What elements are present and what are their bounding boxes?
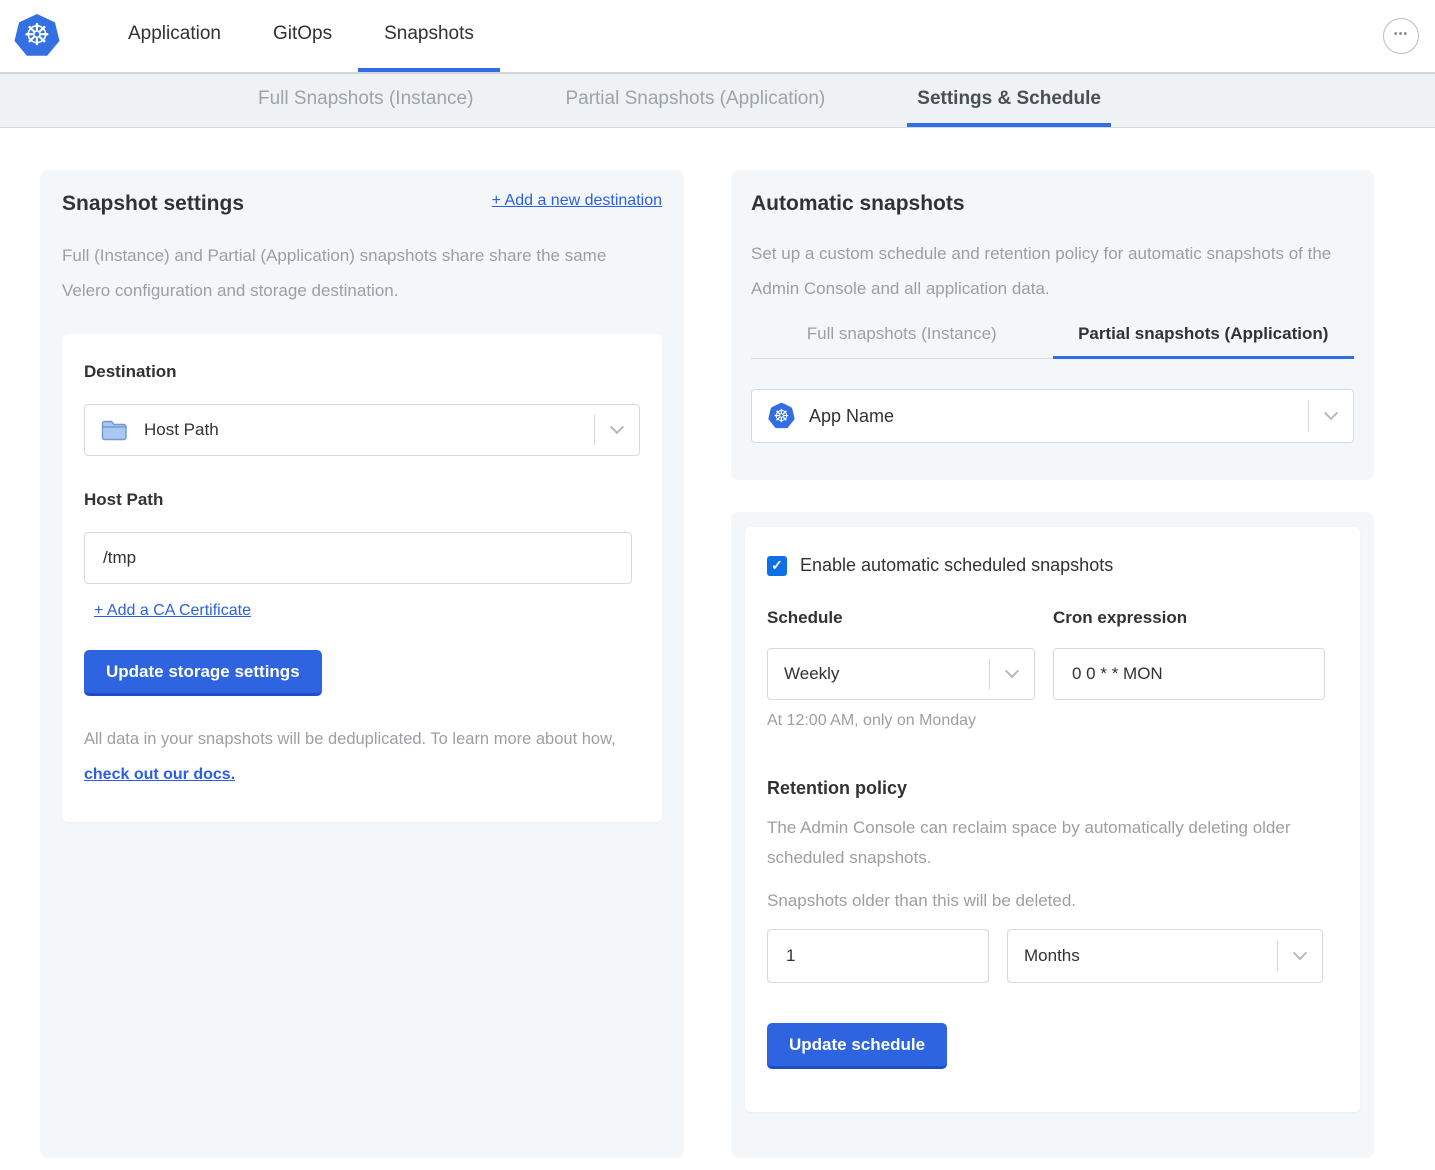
- add-new-destination-link[interactable]: + Add a new destination: [492, 192, 662, 210]
- chevron-down-icon[interactable]: [1309, 411, 1353, 421]
- host-path-label: Host Path: [84, 490, 640, 510]
- header-right: •••: [1383, 0, 1435, 72]
- schedule-interval-value: Weekly: [784, 664, 839, 684]
- retention-unit-value: Months: [1024, 946, 1080, 966]
- automatic-snapshots-description: Set up a custom schedule and retention p…: [751, 236, 1341, 306]
- nav-item-snapshots[interactable]: Snapshots: [358, 0, 500, 72]
- main-content: Snapshot settings + Add a new destinatio…: [0, 128, 1435, 1170]
- add-ca-certificate-link[interactable]: + Add a CA Certificate: [94, 602, 251, 619]
- update-schedule-button[interactable]: Update schedule: [767, 1023, 947, 1069]
- tab-partial-snapshots-application[interactable]: Partial Snapshots (Application): [555, 74, 835, 127]
- dedup-footer-sentence: All data in your snapshots will be dedup…: [84, 730, 616, 748]
- app-header: ☸ Application GitOps Snapshots •••: [0, 0, 1435, 74]
- right-column: Automatic snapshots Set up a custom sche…: [731, 170, 1374, 1158]
- schedule-interval-select[interactable]: Weekly: [767, 648, 1035, 700]
- snapshot-settings-title: Snapshot settings: [62, 192, 244, 216]
- retention-count-input[interactable]: [767, 929, 989, 983]
- logo-container[interactable]: ☸: [0, 0, 74, 72]
- snapshot-settings-card: Snapshot settings + Add a new destinatio…: [40, 170, 684, 1158]
- destination-label: Destination: [84, 362, 640, 382]
- retention-policy-description: The Admin Console can reclaim space by a…: [767, 813, 1292, 873]
- snapshot-settings-description: Full (Instance) and Partial (Application…: [62, 238, 654, 308]
- cron-expression-input[interactable]: [1053, 648, 1325, 700]
- docs-link[interactable]: check out our docs.: [84, 766, 235, 783]
- dedup-footer-text: All data in your snapshots will be dedup…: [84, 722, 644, 792]
- tab-full-snapshots-auto[interactable]: Full snapshots (Instance): [751, 324, 1053, 359]
- enable-snapshots-checkbox-row[interactable]: ✓ Enable automatic scheduled snapshots: [767, 555, 1338, 576]
- destination-selected-value: Host Path: [144, 420, 219, 440]
- app-select[interactable]: ☸ App Name: [751, 389, 1354, 443]
- update-storage-settings-button[interactable]: Update storage settings: [84, 650, 322, 696]
- retention-policy-title: Retention policy: [767, 778, 1338, 799]
- chevron-down-icon[interactable]: [595, 425, 639, 435]
- automatic-snapshots-card: Automatic snapshots Set up a custom sche…: [731, 170, 1374, 480]
- destination-select[interactable]: Host Path: [84, 404, 640, 456]
- folder-icon: [101, 419, 128, 441]
- chevron-down-icon[interactable]: [1278, 951, 1322, 961]
- automatic-snapshots-tabs: Full snapshots (Instance) Partial snapsh…: [751, 324, 1354, 359]
- automatic-snapshots-title: Automatic snapshots: [751, 192, 1354, 216]
- app-select-value: App Name: [809, 406, 894, 427]
- kubernetes-logo-icon: ☸: [14, 14, 60, 58]
- enable-snapshots-label: Enable automatic scheduled snapshots: [800, 555, 1113, 576]
- nav-item-application[interactable]: Application: [102, 0, 247, 72]
- chevron-down-icon[interactable]: [990, 669, 1034, 679]
- retention-delete-hint: Snapshots older than this will be delete…: [767, 891, 1338, 911]
- storage-settings-panel: Destination Host Path Host Path + Add a …: [62, 334, 662, 822]
- tab-full-snapshots-instance[interactable]: Full Snapshots (Instance): [248, 74, 483, 127]
- cron-expression-label: Cron expression: [1053, 608, 1325, 628]
- retention-unit-select[interactable]: Months: [1007, 929, 1323, 983]
- top-navigation: Application GitOps Snapshots: [102, 0, 500, 72]
- overflow-menu-button[interactable]: •••: [1383, 18, 1419, 54]
- checkmark-icon: ✓: [767, 556, 787, 576]
- cron-readable-hint: At 12:00 AM, only on Monday: [767, 712, 1035, 730]
- tab-settings-schedule[interactable]: Settings & Schedule: [907, 74, 1111, 127]
- host-path-input[interactable]: [84, 532, 632, 584]
- schedule-label: Schedule: [767, 608, 1035, 628]
- enable-snapshots-checkbox[interactable]: ✓: [767, 556, 787, 576]
- tab-partial-snapshots-auto[interactable]: Partial snapshots (Application): [1053, 324, 1355, 359]
- schedule-card: ✓ Enable automatic scheduled snapshots S…: [731, 512, 1374, 1158]
- nav-item-gitops[interactable]: GitOps: [247, 0, 358, 72]
- app-logo-icon: ☸: [768, 403, 795, 430]
- schedule-panel: ✓ Enable automatic scheduled snapshots S…: [745, 527, 1360, 1112]
- snapshots-subnav: Full Snapshots (Instance) Partial Snapsh…: [0, 74, 1435, 128]
